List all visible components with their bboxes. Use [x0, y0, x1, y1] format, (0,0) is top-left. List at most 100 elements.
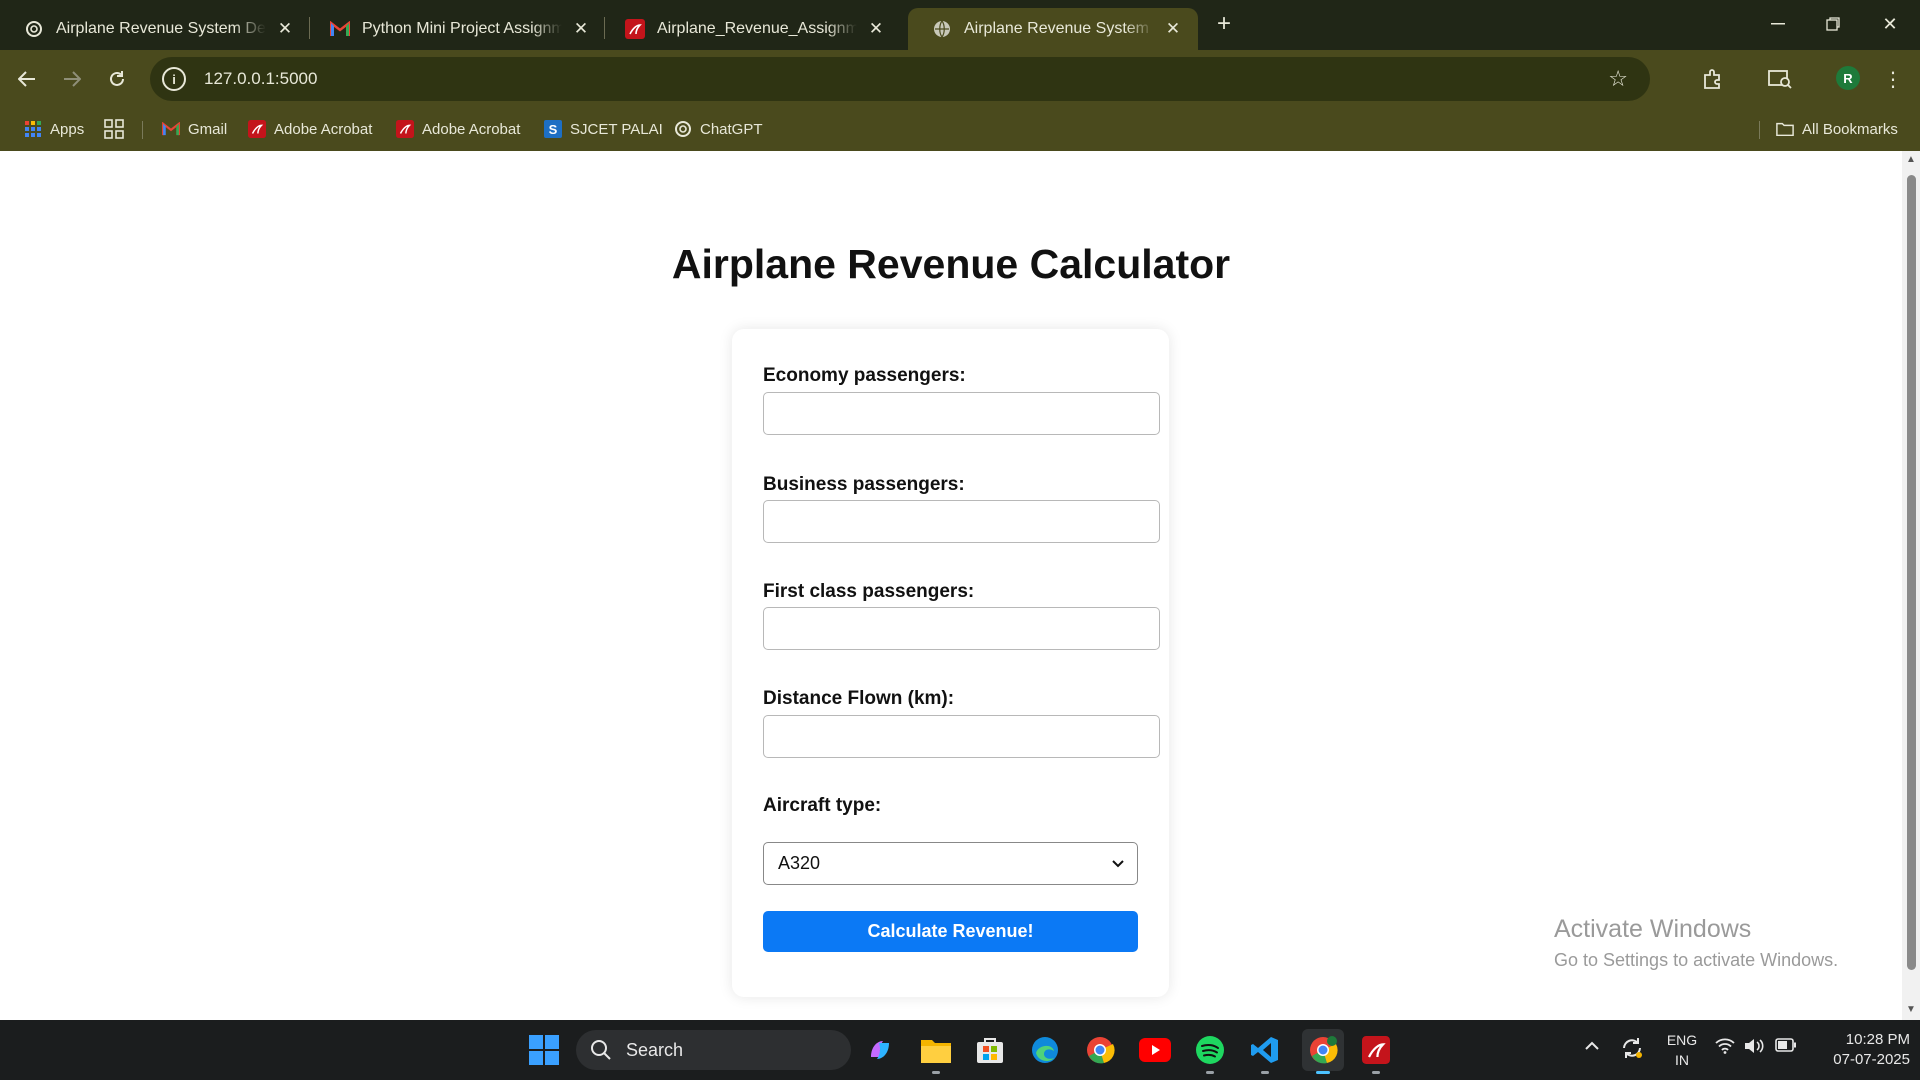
business-passengers-label: Business passengers: — [763, 474, 965, 495]
chevron-up-icon[interactable] — [1584, 1038, 1600, 1056]
wifi-icon[interactable] — [1715, 1038, 1735, 1059]
calculate-revenue-button[interactable]: Calculate Revenue! — [763, 911, 1138, 952]
sjcet-icon: S — [544, 120, 562, 138]
tab-title: Airplane_Revenue_Assignment.p — [657, 20, 857, 37]
gmail-icon — [162, 120, 180, 138]
copilot-icon[interactable] — [862, 1032, 898, 1068]
close-icon[interactable]: ✕ — [570, 18, 592, 40]
close-icon[interactable]: ✕ — [274, 18, 296, 40]
business-passengers-input[interactable] — [763, 500, 1160, 543]
scroll-down-arrow-icon[interactable]: ▼ — [1906, 1005, 1916, 1015]
taskbar-search-label: Search — [626, 1039, 684, 1060]
menu-kebab-icon[interactable]: ⋮ — [1876, 62, 1910, 96]
vscode-icon[interactable] — [1247, 1032, 1283, 1074]
youtube-icon[interactable] — [1137, 1032, 1173, 1068]
bookmark-label: Adobe Acrobat — [274, 120, 373, 138]
bookmark-label: All Bookmarks — [1802, 120, 1898, 138]
bookmark-star-icon[interactable]: ☆ — [1608, 66, 1628, 92]
window-close-icon[interactable]: ✕ — [1870, 8, 1910, 40]
tab-title: Airplane Revenue System — [964, 20, 1149, 37]
bookmark-label: Apps — [50, 120, 85, 138]
acrobat-icon — [625, 19, 645, 39]
scroll-up-arrow-icon[interactable]: ▲ — [1906, 155, 1916, 165]
distance-flown-input[interactable] — [763, 715, 1160, 758]
site-info-icon[interactable]: i — [162, 67, 186, 91]
profile-avatar[interactable]: R — [1836, 66, 1860, 90]
acrobat-icon — [248, 120, 266, 138]
close-icon[interactable]: ✕ — [1162, 18, 1184, 40]
bookmark-label: Gmail — [188, 120, 228, 138]
apps-grid-icon — [24, 120, 42, 138]
svg-text:S: S — [549, 122, 558, 137]
language-indicator[interactable]: ENG IN — [1664, 1030, 1700, 1070]
economy-passengers-input[interactable] — [763, 392, 1160, 435]
tab-airplane-revenue-system[interactable]: Airplane Revenue System ✕ — [908, 8, 1198, 50]
region-code: IN — [1675, 1052, 1689, 1068]
back-arrow-icon[interactable] — [10, 62, 44, 96]
battery-icon[interactable] — [1775, 1038, 1797, 1057]
edge-icon[interactable] — [1027, 1032, 1063, 1068]
taskbar-clock[interactable]: 10:28 PM 07-07-2025 — [1810, 1030, 1910, 1070]
bookmark-label: SJCET PALAI — [570, 120, 663, 138]
forward-arrow-icon[interactable] — [55, 62, 89, 96]
address-bar[interactable]: i 127.0.0.1:5000 ☆ — [150, 57, 1650, 101]
windows-taskbar: Search ENG IN 10:28 PM 07-07-2025 — [0, 1020, 1920, 1080]
file-explorer-icon[interactable] — [918, 1032, 954, 1074]
acrobat-taskbar-icon[interactable] — [1358, 1032, 1394, 1074]
minimize-icon[interactable] — [1758, 8, 1798, 40]
bookmark-separator — [142, 121, 143, 139]
windows-start-icon[interactable] — [526, 1032, 562, 1068]
browser-chrome: Airplane Revenue System Devel ✕ Python M… — [0, 0, 1920, 151]
running-indicator — [932, 1071, 940, 1074]
folder-icon — [1776, 120, 1794, 138]
reload-icon[interactable] — [100, 62, 134, 96]
tab-airplane-revenue-dev[interactable]: Airplane Revenue System Devel ✕ — [0, 8, 310, 50]
bookmark-adobe-acrobat-2[interactable]: Adobe Acrobat — [396, 116, 520, 142]
aircraft-type-label: Aircraft type: — [763, 795, 882, 816]
page-content: Airplane Revenue Calculator Economy pass… — [0, 151, 1902, 1020]
sync-icon[interactable] — [1620, 1036, 1644, 1065]
microsoft-store-icon[interactable] — [972, 1032, 1008, 1068]
revenue-form: Economy passengers: Business passengers:… — [732, 329, 1169, 997]
chatgpt-icon — [24, 19, 44, 39]
clock-date: 07-07-2025 — [1833, 1051, 1910, 1068]
browser-toolbar: i 127.0.0.1:5000 ☆ R ⋮ — [0, 50, 1920, 108]
bookmark-apps[interactable]: Apps — [24, 116, 84, 142]
tab-python-mini-project[interactable]: Python Mini Project Assignment ✕ — [306, 8, 606, 50]
aircraft-type-select[interactable]: A320 — [763, 842, 1138, 885]
bookmark-gmail[interactable]: Gmail — [162, 116, 227, 142]
aircraft-type-value: A320 — [778, 853, 821, 873]
first-class-passengers-input[interactable] — [763, 607, 1160, 650]
url-text[interactable]: 127.0.0.1:5000 — [204, 69, 317, 89]
page-scrollbar[interactable]: ▲ ▼ — [1902, 151, 1920, 1020]
scroll-thumb[interactable] — [1907, 175, 1916, 970]
search-icon — [591, 1040, 611, 1060]
tab-groups-icon[interactable] — [104, 116, 124, 142]
chatgpt-icon — [674, 120, 692, 138]
chrome-icon[interactable] — [1082, 1032, 1118, 1068]
taskbar-search-box[interactable]: Search — [576, 1030, 851, 1070]
bookmark-adobe-acrobat-1[interactable]: Adobe Acrobat — [248, 116, 372, 142]
spotify-icon[interactable] — [1192, 1032, 1228, 1074]
clock-time: 10:28 PM — [1845, 1031, 1910, 1048]
running-indicator — [1261, 1071, 1269, 1074]
globe-icon — [932, 19, 952, 39]
chevron-down-icon — [1112, 860, 1124, 868]
tab-title: Airplane Revenue System Devel — [56, 20, 266, 37]
restore-icon[interactable] — [1813, 8, 1853, 40]
all-bookmarks-button[interactable]: All Bookmarks — [1776, 116, 1898, 142]
bookmark-label: Adobe Acrobat — [422, 120, 521, 138]
close-icon[interactable]: ✕ — [865, 18, 887, 40]
bookmark-sjcet-palai[interactable]: S SJCET PALAI — [544, 116, 663, 142]
volume-icon[interactable] — [1744, 1038, 1764, 1059]
reading-list-icon[interactable] — [1763, 62, 1797, 96]
language-code: ENG — [1666, 1032, 1698, 1048]
activate-windows-watermark: Activate Windows Go to Settings to activ… — [1554, 915, 1838, 971]
tab-airplane-revenue-pdf[interactable]: Airplane_Revenue_Assignment.p ✕ — [601, 8, 901, 50]
running-indicator — [1372, 1071, 1380, 1074]
extensions-icon[interactable] — [1696, 62, 1730, 96]
chrome-profile-active-icon[interactable] — [1302, 1029, 1344, 1074]
new-tab-button[interactable]: + — [1210, 10, 1238, 38]
bookmark-chatgpt[interactable]: ChatGPT — [674, 116, 763, 142]
bookmark-label: ChatGPT — [700, 120, 763, 138]
